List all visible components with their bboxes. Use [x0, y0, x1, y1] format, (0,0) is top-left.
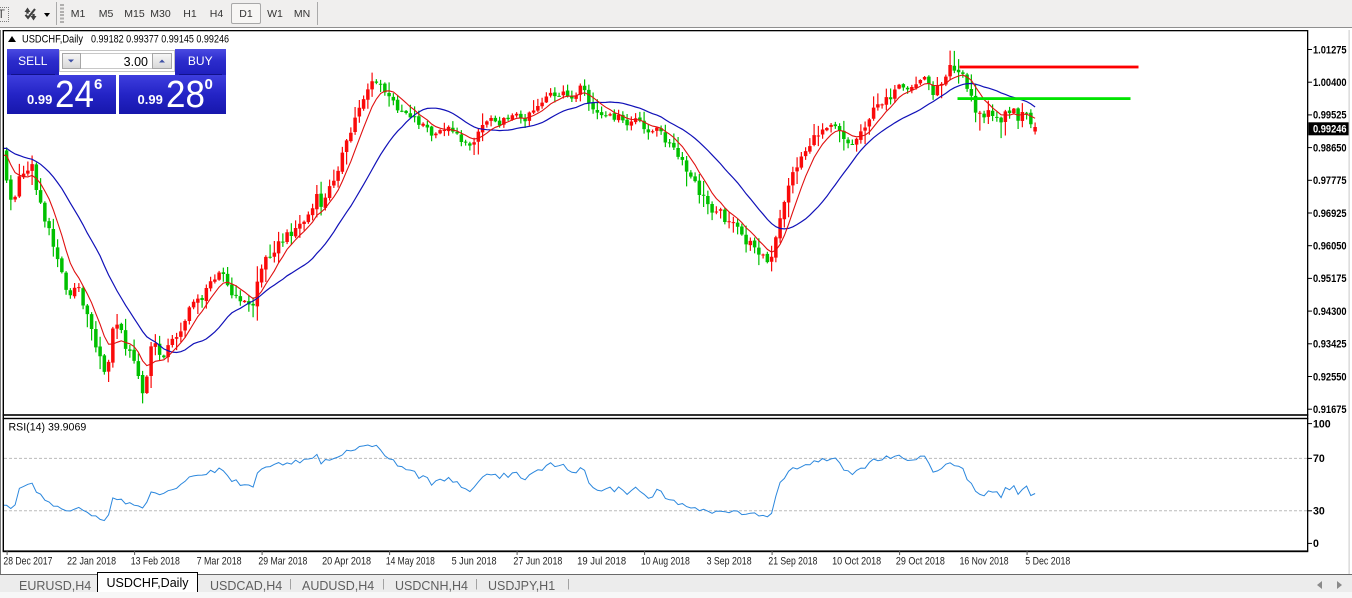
- svg-text:1.01275: 1.01275: [1313, 44, 1347, 56]
- svg-text:USDCHF,Daily: USDCHF,Daily: [22, 34, 83, 46]
- svg-text:20 Apr 2018: 20 Apr 2018: [322, 556, 371, 568]
- svg-text:0.96925: 0.96925: [1313, 208, 1347, 220]
- svg-text:21 Sep 2018: 21 Sep 2018: [768, 556, 817, 568]
- svg-text:3 Sep 2018: 3 Sep 2018: [707, 556, 752, 568]
- svg-text:0.93425: 0.93425: [1313, 339, 1347, 351]
- svg-text:0.91675: 0.91675: [1313, 404, 1347, 416]
- svg-text:0.99246: 0.99246: [1313, 123, 1347, 135]
- svg-text:16 Nov 2018: 16 Nov 2018: [960, 556, 1009, 568]
- svg-text:1.00400: 1.00400: [1313, 77, 1347, 89]
- svg-text:27 Jun 2018: 27 Jun 2018: [513, 556, 562, 568]
- svg-text:28 Dec 2017: 28 Dec 2017: [3, 556, 52, 568]
- svg-text:19 Jul 2018: 19 Jul 2018: [577, 556, 626, 568]
- svg-text:13 Feb 2018: 13 Feb 2018: [131, 556, 180, 568]
- svg-text:0.99182 0.99377 0.99145 0.9924: 0.99182 0.99377 0.99145 0.99246: [91, 34, 229, 46]
- svg-text:0.97775: 0.97775: [1313, 175, 1347, 187]
- svg-text:0.98650: 0.98650: [1313, 142, 1347, 154]
- svg-text:70: 70: [1313, 453, 1325, 465]
- svg-text:7 Mar 2018: 7 Mar 2018: [197, 556, 242, 568]
- svg-text:22 Jan 2018: 22 Jan 2018: [67, 556, 116, 568]
- svg-text:0.99525: 0.99525: [1313, 110, 1347, 122]
- svg-text:10 Oct 2018: 10 Oct 2018: [832, 556, 881, 568]
- svg-text:29 Mar 2018: 29 Mar 2018: [258, 556, 307, 568]
- svg-text:0.96050: 0.96050: [1313, 241, 1347, 253]
- svg-text:0.92550: 0.92550: [1313, 371, 1347, 383]
- svg-text:5 Dec 2018: 5 Dec 2018: [1025, 556, 1070, 568]
- svg-text:0: 0: [1313, 538, 1319, 550]
- svg-text:0.95175: 0.95175: [1313, 273, 1347, 285]
- svg-text:100: 100: [1313, 418, 1331, 430]
- svg-text:10 Aug 2018: 10 Aug 2018: [641, 556, 690, 568]
- svg-text:30: 30: [1313, 506, 1325, 518]
- svg-text:5 Jun 2018: 5 Jun 2018: [452, 556, 497, 568]
- svg-text:29 Oct 2018: 29 Oct 2018: [896, 556, 945, 568]
- svg-text:0.94300: 0.94300: [1313, 306, 1347, 318]
- svg-text:14 May 2018: 14 May 2018: [386, 556, 435, 568]
- svg-text:RSI(14) 39.9069: RSI(14) 39.9069: [9, 422, 87, 434]
